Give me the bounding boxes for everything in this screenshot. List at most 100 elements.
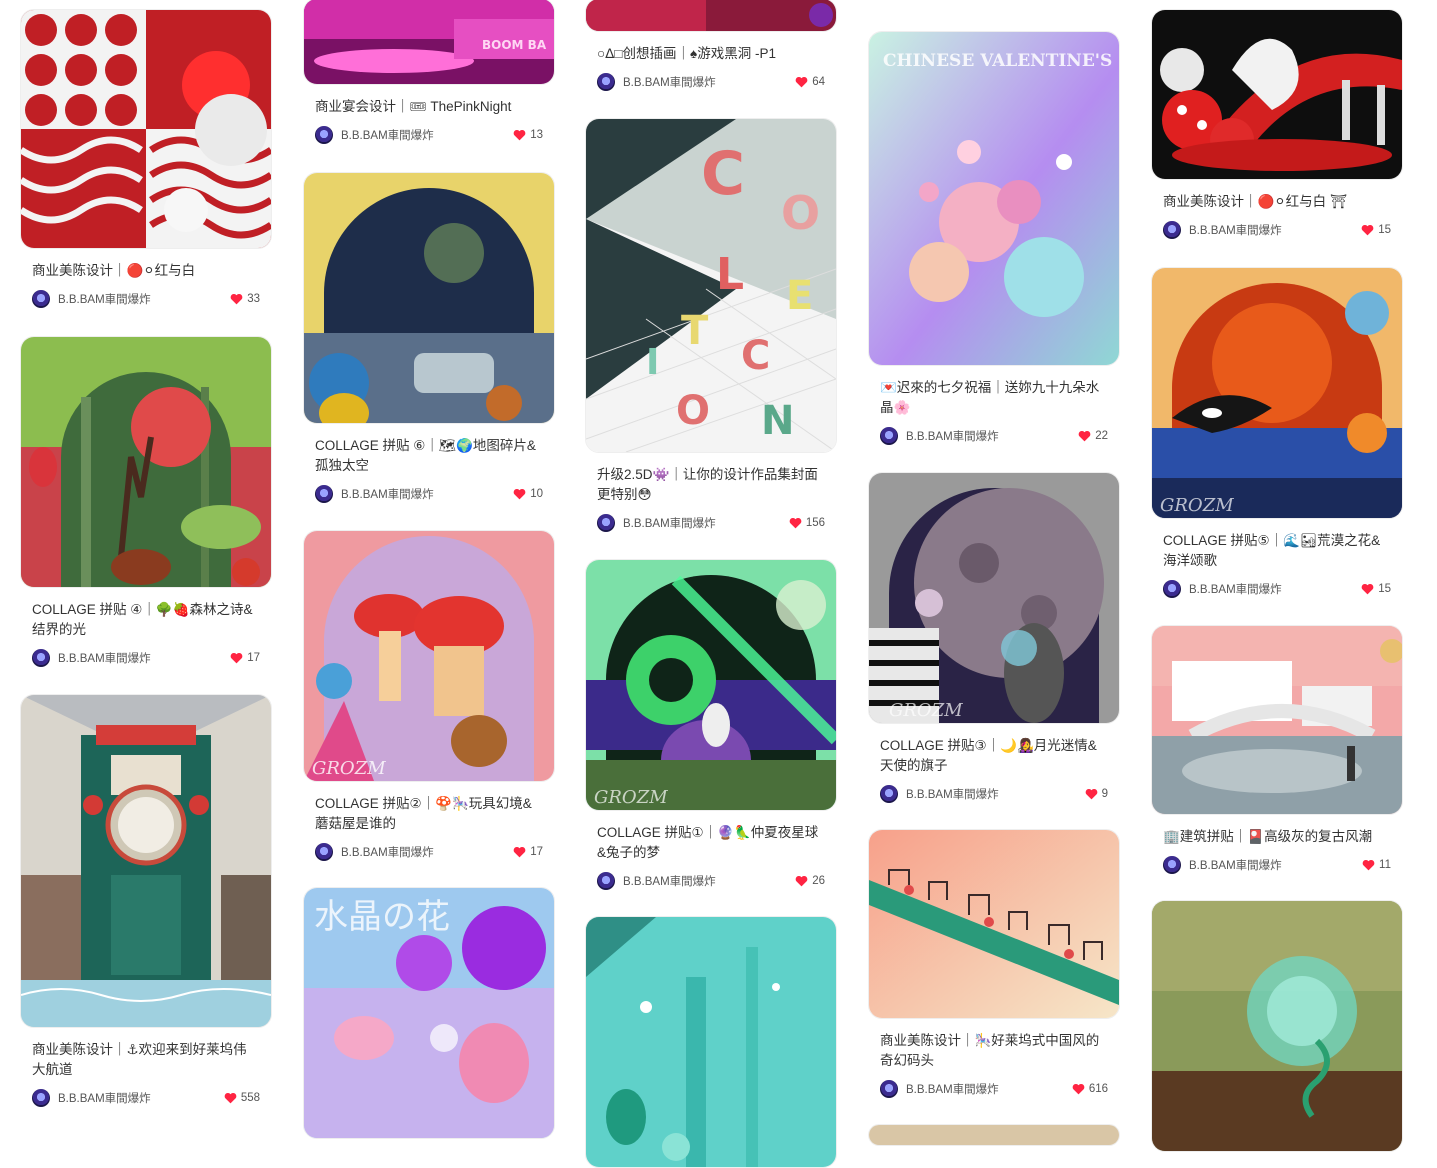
note-card[interactable]	[585, 916, 837, 1168]
note-card[interactable]	[868, 1124, 1120, 1146]
card-cover-image[interactable]: CHINESE VALENTINE'S DAY	[868, 31, 1120, 366]
avatar[interactable]	[315, 843, 333, 861]
avatar[interactable]	[880, 785, 898, 803]
card-cover-image[interactable]	[1151, 625, 1403, 815]
card-title[interactable]: 商业美陈设计｜🔴⚪红与白 ⛩	[1163, 192, 1389, 212]
like-button[interactable]: 11	[1362, 859, 1391, 871]
note-card[interactable]: BOOM BA 商业宴会设计｜🎟 ThePinkNight B.B.BAM車間爆…	[303, 0, 555, 145]
card-title[interactable]: 商业宴会设计｜🎟 ThePinkNight	[315, 97, 541, 117]
card-cover-image[interactable]	[1151, 9, 1403, 180]
like-button[interactable]: 15	[1361, 583, 1391, 595]
card-title[interactable]: 💌迟來的七夕祝福｜送妳九十九朵水晶🌸	[880, 378, 1106, 418]
note-card[interactable]: 水晶の花	[303, 887, 555, 1139]
author-name[interactable]: B.B.BAM車間爆炸	[58, 650, 230, 666]
heart-icon	[1085, 788, 1097, 800]
note-card[interactable]	[1151, 900, 1403, 1152]
card-cover-image[interactable]: C O L E T C I O N	[585, 118, 837, 453]
like-button[interactable]: 64	[795, 76, 825, 88]
card-title[interactable]: 商业美陈设计｜🔴⚪红与白	[32, 261, 258, 281]
like-button[interactable]: 22	[1078, 430, 1108, 442]
card-title[interactable]: COLLAGE 拼贴 ⑥｜🗺🌍地图碎片&孤独太空	[315, 436, 541, 476]
like-button[interactable]: 26	[795, 875, 825, 887]
card-cover-image[interactable]	[20, 694, 272, 1028]
author-name[interactable]: B.B.BAM車間爆炸	[906, 1081, 1072, 1097]
avatar[interactable]	[32, 649, 50, 667]
card-title[interactable]: 商业美陈设计｜🎠好莱坞式中国风的奇幻码头	[880, 1031, 1106, 1071]
author-name[interactable]: B.B.BAM車間爆炸	[906, 786, 1085, 802]
avatar[interactable]	[1163, 580, 1181, 598]
card-title[interactable]: COLLAGE 拼贴②｜🍄🎠玩具幻境&蘑菇屋是谁的	[315, 794, 541, 834]
avatar[interactable]	[1163, 856, 1181, 874]
note-card[interactable]: GROZM COLLAGE 拼贴①｜🔮🦜仲夏夜星球&兔子的梦 B.B.BAM車間…	[585, 559, 837, 891]
author-name[interactable]: B.B.BAM車間爆炸	[623, 74, 795, 90]
note-card[interactable]: 商业美陈设计｜🔴⚪红与白 B.B.BAM車間爆炸 33	[20, 9, 272, 309]
card-cover-image[interactable]	[303, 172, 555, 424]
like-button[interactable]: 156	[789, 517, 825, 529]
author-name[interactable]: B.B.BAM車間爆炸	[341, 844, 513, 860]
note-card[interactable]: C O L E T C I O N 升级2.5D👾｜让你的设计作品集封面更特别😳…	[585, 118, 837, 533]
card-cover-image[interactable]	[1151, 900, 1403, 1152]
card-title[interactable]: COLLAGE 拼贴①｜🔮🦜仲夏夜星球&兔子的梦	[597, 823, 823, 863]
author-name[interactable]: B.B.BAM車間爆炸	[341, 486, 513, 502]
note-card[interactable]: COLLAGE 拼贴 ④｜🌳🍓森林之诗&结界的光 B.B.BAM車間爆炸 17	[20, 336, 272, 668]
avatar[interactable]	[597, 73, 615, 91]
author-name[interactable]: B.B.BAM車間爆炸	[58, 291, 230, 307]
author-name[interactable]: B.B.BAM車間爆炸	[1189, 581, 1361, 597]
avatar[interactable]	[880, 1080, 898, 1098]
avatar[interactable]	[597, 872, 615, 890]
card-title[interactable]: 商业美陈设计｜⚓欢迎来到好莱坞伟大航道	[32, 1040, 258, 1080]
card-title[interactable]: ○ᐃ□创想插画｜♠游戏黑洞 -P1	[597, 44, 823, 64]
card-cover-image[interactable]: 水晶の花	[303, 887, 555, 1139]
card-cover-image[interactable]: GROZM	[868, 472, 1120, 724]
heart-icon	[230, 652, 243, 664]
note-card[interactable]: 🏢建筑拼贴｜🎴高级灰的复古风潮 B.B.BAM車間爆炸 11	[1151, 625, 1403, 875]
like-button[interactable]: 558	[224, 1092, 260, 1104]
author-name[interactable]: B.B.BAM車間爆炸	[1189, 857, 1362, 873]
avatar[interactable]	[315, 126, 333, 144]
note-card[interactable]: 商业美陈设计｜⚓欢迎来到好莱坞伟大航道 B.B.BAM車間爆炸 558	[20, 694, 272, 1108]
author-name[interactable]: B.B.BAM車間爆炸	[906, 428, 1078, 444]
avatar[interactable]	[315, 485, 333, 503]
card-title[interactable]: COLLAGE 拼贴 ④｜🌳🍓森林之诗&结界的光	[32, 600, 258, 640]
avatar[interactable]	[32, 290, 50, 308]
note-card[interactable]: 商业美陈设计｜🎠好莱坞式中国风的奇幻码头 B.B.BAM車間爆炸 616	[868, 829, 1120, 1099]
card-cover-image[interactable]	[20, 9, 272, 249]
card-cover-image[interactable]	[585, 0, 837, 32]
card-title[interactable]: 🏢建筑拼贴｜🎴高级灰的复古风潮	[1163, 827, 1389, 847]
like-button[interactable]: 13	[513, 129, 543, 141]
avatar[interactable]	[597, 514, 615, 532]
author-name[interactable]: B.B.BAM車間爆炸	[341, 127, 513, 143]
avatar[interactable]	[32, 1089, 50, 1107]
card-title[interactable]: COLLAGE 拼贴③｜🌙👩‍🎤月光迷情&天使的旗子	[880, 736, 1106, 776]
note-card[interactable]: CHINESE VALENTINE'S DAY 💌迟來的七夕祝福｜送妳九十九朵水…	[868, 31, 1120, 446]
card-cover-image[interactable]: BOOM BA	[303, 0, 555, 85]
author-name[interactable]: B.B.BAM車間爆炸	[58, 1090, 224, 1106]
card-cover-image[interactable]	[20, 336, 272, 588]
card-cover-image[interactable]: GROZM	[1151, 267, 1403, 519]
note-card[interactable]: ○ᐃ□创想插画｜♠游戏黑洞 -P1 B.B.BAM車間爆炸 64	[585, 0, 837, 92]
like-button[interactable]: 17	[230, 652, 260, 664]
author-name[interactable]: B.B.BAM車間爆炸	[1189, 222, 1361, 238]
like-button[interactable]: 33	[230, 293, 260, 305]
note-card[interactable]: 商业美陈设计｜🔴⚪红与白 ⛩ B.B.BAM車間爆炸 15	[1151, 9, 1403, 240]
note-card[interactable]: COLLAGE 拼贴 ⑥｜🗺🌍地图碎片&孤独太空 B.B.BAM車間爆炸 10	[303, 172, 555, 504]
card-title[interactable]: 升级2.5D👾｜让你的设计作品集封面更特别😳	[597, 465, 823, 505]
note-card[interactable]: GROZM COLLAGE 拼贴③｜🌙👩‍🎤月光迷情&天使的旗子 B.B.BAM…	[868, 472, 1120, 804]
card-cover-image[interactable]	[868, 829, 1120, 1019]
note-card[interactable]: GROZM COLLAGE 拼贴⑤｜🌊🏜荒漠之花&海洋颂歌 B.B.BAM車間爆…	[1151, 267, 1403, 599]
like-button[interactable]: 17	[513, 846, 543, 858]
avatar[interactable]	[880, 427, 898, 445]
author-name[interactable]: B.B.BAM車間爆炸	[623, 515, 789, 531]
avatar[interactable]	[1163, 221, 1181, 239]
card-cover-image[interactable]: GROZM	[303, 530, 555, 782]
card-cover-image[interactable]	[585, 916, 837, 1168]
like-button[interactable]: 616	[1072, 1083, 1108, 1095]
like-button[interactable]: 10	[513, 488, 543, 500]
card-cover-image[interactable]	[868, 1124, 1120, 1146]
like-button[interactable]: 15	[1361, 224, 1391, 236]
like-button[interactable]: 9	[1085, 788, 1108, 800]
author-name[interactable]: B.B.BAM車間爆炸	[623, 873, 795, 889]
card-cover-image[interactable]: GROZM	[585, 559, 837, 811]
note-card[interactable]: GROZM COLLAGE 拼贴②｜🍄🎠玩具幻境&蘑菇屋是谁的 B.B.BAM車…	[303, 530, 555, 862]
card-title[interactable]: COLLAGE 拼贴⑤｜🌊🏜荒漠之花&海洋颂歌	[1163, 531, 1389, 571]
